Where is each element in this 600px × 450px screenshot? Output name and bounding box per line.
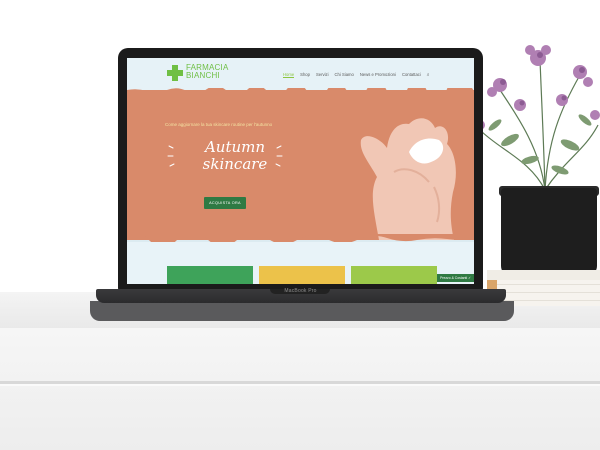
hero-title-sparkles (167, 145, 283, 167)
nav-servizi[interactable]: Servizi (316, 72, 329, 78)
shop-now-button[interactable]: ACQUISTA ORA (204, 197, 246, 209)
hero-hands-image (360, 118, 456, 240)
category-card-3[interactable] (351, 266, 437, 284)
laptop-screen: FARMACIA BIANCHI Home Shop Servizi Chi S… (127, 58, 474, 284)
category-card-2[interactable] (259, 266, 345, 284)
laptop-base-underside (90, 301, 514, 321)
nav-chi-siamo[interactable]: Chi Siamo (335, 72, 354, 78)
desk-front (0, 328, 600, 450)
site-logo[interactable]: FARMACIA BIANCHI (167, 64, 237, 84)
nav-home[interactable]: Home (283, 72, 295, 78)
site-nav-links: Home Shop Servizi Chi Siamo News e Promo… (283, 72, 430, 78)
promo-side-tab[interactable]: Prezzo & Costanti ✓ (437, 274, 474, 282)
logo-text: FARMACIA BIANCHI (186, 64, 229, 80)
hero-subtitle: Come aggiornare la tua skincare routine … (165, 122, 273, 127)
laptop-brand-label: MacBook Pro (284, 288, 317, 294)
desk-drawer-highlight (0, 384, 600, 386)
nav-shop[interactable]: Shop (300, 72, 310, 78)
search-icon[interactable]: ⌕ (427, 72, 430, 78)
hero-torn-edge-bottom (127, 234, 474, 242)
plant-pot (501, 188, 597, 276)
plant-foliage (475, 45, 600, 191)
nav-contattaci[interactable]: Contattaci (402, 72, 421, 78)
site-navbar: FARMACIA BIANCHI Home Shop Servizi Chi S… (127, 58, 474, 90)
logo-line-2: BIANCHI (186, 71, 220, 80)
category-card-1[interactable] (167, 266, 253, 284)
pharmacy-cross-icon (167, 65, 183, 81)
nav-news-promozioni[interactable]: News e Promozioni (360, 72, 396, 78)
